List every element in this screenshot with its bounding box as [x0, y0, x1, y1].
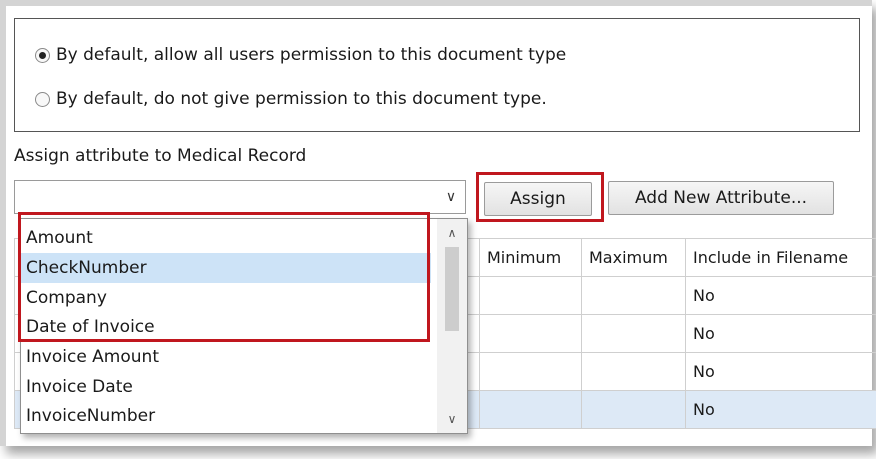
list-item[interactable]: Invoice Date: [21, 372, 431, 402]
grid-cell[interactable]: [479, 390, 582, 429]
grid-cell[interactable]: [581, 314, 686, 353]
add-new-attribute-button[interactable]: Add New Attribute...: [608, 181, 834, 215]
scrollbar-thumb[interactable]: [445, 247, 459, 331]
dropdown-scrollbar[interactable]: ∧ ∨: [437, 219, 467, 433]
permission-group: By default, allow all users permission t…: [14, 18, 860, 132]
grid-cell[interactable]: [479, 314, 582, 353]
grid-header-minimum[interactable]: Minimum: [479, 238, 582, 277]
radio-allow-all-label: By default, allow all users permission t…: [56, 45, 567, 65]
grid-header-maximum[interactable]: Maximum: [581, 238, 686, 277]
chevron-down-icon[interactable]: ∨: [437, 407, 467, 431]
grid-cell[interactable]: [479, 352, 582, 391]
grid-header-include-filename[interactable]: Include in Filename: [685, 238, 876, 277]
radio-button-checked[interactable]: [35, 47, 50, 63]
assign-highlight-box: [476, 172, 604, 222]
grid-cell-include-filename[interactable]: No: [685, 390, 876, 429]
list-item[interactable]: InvoiceNumber: [21, 401, 431, 431]
chevron-down-icon[interactable]: ∨: [437, 181, 465, 213]
chevron-up-icon[interactable]: ∧: [437, 221, 467, 245]
grid-cell[interactable]: [479, 276, 582, 315]
grid-cell-include-filename[interactable]: No: [685, 276, 876, 315]
attribute-combobox[interactable]: ∨: [14, 180, 466, 214]
grid-cell[interactable]: [581, 352, 686, 391]
grid-cell[interactable]: [581, 276, 686, 315]
grid-cell[interactable]: [581, 390, 686, 429]
radio-deny-default[interactable]: By default, do not give permission to th…: [35, 89, 547, 109]
assign-attribute-label: Assign attribute to Medical Record: [14, 146, 307, 166]
list-item[interactable]: Invoice Amount: [21, 342, 431, 372]
radio-allow-all[interactable]: By default, allow all users permission t…: [35, 45, 566, 65]
grid-cell-include-filename[interactable]: No: [685, 314, 876, 353]
dropdown-highlight-box: [18, 212, 430, 342]
grid-cell-include-filename[interactable]: No: [685, 352, 876, 391]
radio-button-unchecked[interactable]: [35, 91, 50, 107]
radio-deny-default-label: By default, do not give permission to th…: [56, 89, 547, 109]
